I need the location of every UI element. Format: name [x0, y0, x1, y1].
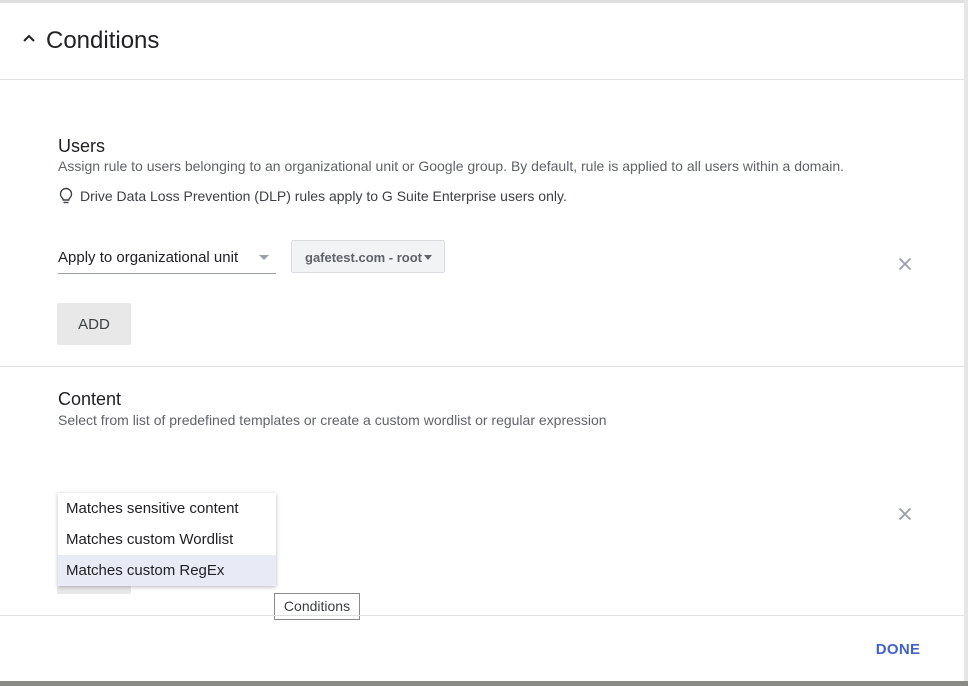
section-divider: [0, 366, 964, 367]
conditions-header[interactable]: Conditions: [0, 3, 964, 80]
footer-divider: [0, 615, 964, 616]
scope-select[interactable]: Apply to organizational unit: [58, 242, 276, 274]
done-button[interactable]: DONE: [870, 636, 926, 664]
page-title: Conditions: [46, 27, 160, 54]
window-bottom-border: [0, 681, 968, 686]
scope-select-value: Apply to organizational unit: [58, 249, 239, 266]
lightbulb-icon: [59, 187, 73, 204]
menu-item-sensitive-content[interactable]: Matches sensitive content: [58, 493, 276, 524]
content-type-menu[interactable]: Matches sensitive content Matches custom…: [58, 493, 276, 586]
dropdown-arrow-icon: [424, 255, 432, 260]
org-unit-dropdown[interactable]: gafetest.com - root: [291, 240, 445, 273]
users-description: Assign rule to users belonging to an org…: [58, 158, 845, 174]
remove-user-condition-icon[interactable]: [898, 257, 912, 271]
menu-item-custom-wordlist[interactable]: Matches custom Wordlist: [58, 524, 276, 555]
add-content-button[interactable]: [57, 586, 131, 594]
chevron-up-icon[interactable]: [21, 30, 37, 46]
users-section-title: Users: [58, 136, 106, 156]
dlp-note-text: Drive Data Loss Prevention (DLP) rules a…: [80, 188, 567, 204]
dropdown-arrow-icon: [259, 255, 269, 260]
dlp-note: Drive Data Loss Prevention (DLP) rules a…: [58, 186, 567, 206]
remove-content-condition-icon[interactable]: [898, 507, 912, 521]
content-description: Select from list of predefined templates…: [58, 412, 607, 428]
menu-item-custom-regex[interactable]: Matches custom RegEx: [58, 555, 276, 586]
content-section-title: Content: [58, 389, 122, 409]
scrollbar-track[interactable]: [964, 0, 968, 686]
add-button[interactable]: ADD: [57, 303, 131, 345]
org-unit-value: gafetest.com - root: [305, 250, 423, 265]
